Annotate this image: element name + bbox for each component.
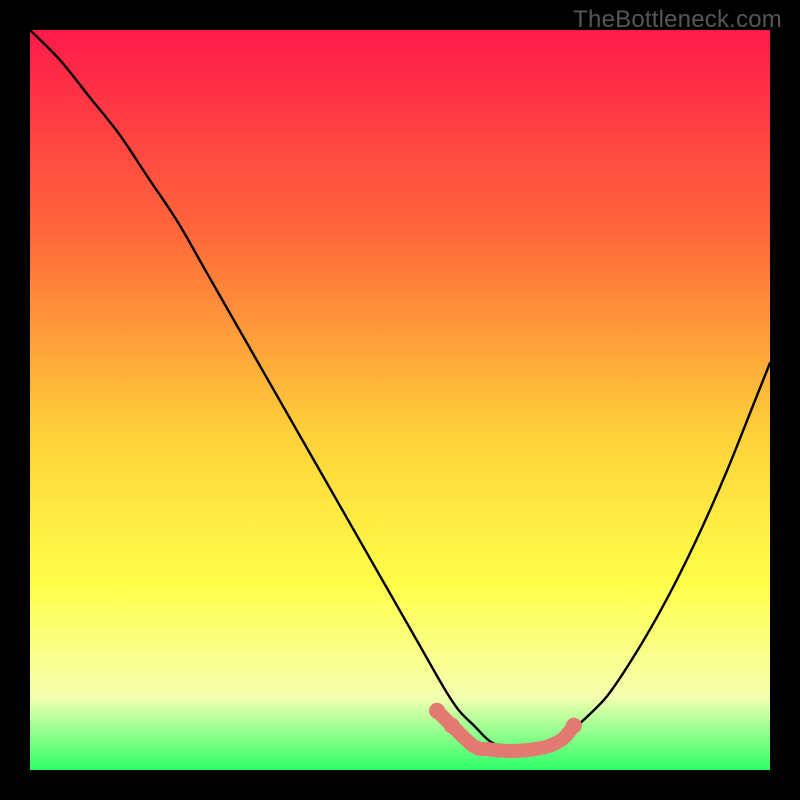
chart-container: TheBottleneck.com	[0, 0, 800, 800]
plot-area	[30, 30, 770, 770]
gradient-background	[30, 30, 770, 770]
watermark-text: TheBottleneck.com	[573, 6, 782, 34]
valley-dot	[444, 718, 460, 734]
bottleneck-chart	[30, 30, 770, 770]
valley-dot	[566, 718, 582, 734]
valley-dot	[429, 703, 445, 719]
